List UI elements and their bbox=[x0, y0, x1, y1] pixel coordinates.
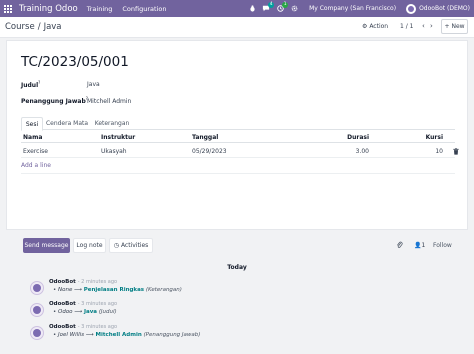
message-time: - 2 minutes ago bbox=[77, 279, 118, 285]
tab-sesi[interactable]: Sesi bbox=[21, 117, 43, 131]
followers-button[interactable]: 👤1 bbox=[414, 242, 425, 249]
column-kursi[interactable]: Kursi bbox=[409, 134, 443, 141]
clock-icon: ◷ bbox=[113, 242, 119, 249]
tracking-change: • Odoo ⟶ Java (Judul) bbox=[53, 309, 117, 315]
gear-icon: ⚙ bbox=[362, 23, 368, 30]
field-name: (Judul) bbox=[98, 309, 117, 315]
send-message-button[interactable]: Send message bbox=[23, 238, 70, 253]
tab-cendera-mata[interactable]: Cendera Mata bbox=[44, 117, 90, 130]
chatter-message: OdooBot - 2 minutes ago • None ⟶ Penjelas… bbox=[30, 279, 450, 303]
company-switcher[interactable]: My Company (San Francisco) bbox=[309, 5, 396, 12]
pager-value[interactable]: 1 / 1 bbox=[400, 23, 413, 30]
field-value-penanggung-jawab[interactable]: Mitchell Admin bbox=[87, 98, 131, 105]
message-author: OdooBot - 3 minutes ago bbox=[49, 301, 118, 307]
paperclip-icon[interactable] bbox=[396, 241, 403, 249]
cell-durasi: 3.00 bbox=[355, 148, 369, 155]
message-time: - 3 minutes ago bbox=[77, 301, 118, 307]
new-value: Penjelasan Ringkas bbox=[83, 287, 145, 293]
log-note-button[interactable]: Log note bbox=[73, 238, 106, 253]
new-label: New bbox=[451, 23, 465, 30]
app-grid-icon[interactable] bbox=[0, 0, 16, 17]
action-button[interactable]: ⚙ Action bbox=[362, 23, 388, 30]
tab-keterangan[interactable]: Keterangan bbox=[91, 117, 133, 130]
bug-icon[interactable] bbox=[245, 0, 259, 17]
table-header: Nama Instruktur Tanggal Durasi Kursi bbox=[21, 131, 455, 143]
tracking-change: • Joel Willis ⟶ Mitchell Admin (Penanggu… bbox=[53, 332, 201, 338]
arrow-icon: ⟶ bbox=[74, 309, 83, 315]
plus-icon: + bbox=[444, 23, 450, 30]
message-author: OdooBot - 3 minutes ago bbox=[49, 324, 118, 330]
field-name: (Keterangan) bbox=[145, 287, 182, 293]
new-value: Java bbox=[83, 309, 98, 315]
column-tanggal[interactable]: Tanggal bbox=[192, 134, 218, 141]
form-sheet: TC/2023/05/001 Judul? Java Penanggung Ja… bbox=[6, 40, 468, 230]
old-value: Odoo bbox=[58, 309, 73, 315]
record-title: TC/2023/05/001 bbox=[21, 54, 129, 70]
old-value: None bbox=[58, 287, 73, 293]
avatar[interactable] bbox=[30, 326, 44, 340]
follow-button[interactable]: Follow bbox=[433, 242, 452, 249]
table-divider bbox=[21, 173, 455, 174]
menu-configuration[interactable]: Configuration bbox=[122, 5, 166, 13]
old-value: Joel Willis bbox=[58, 332, 85, 338]
column-durasi[interactable]: Durasi bbox=[331, 134, 369, 141]
cell-kursi: 10 bbox=[435, 148, 443, 155]
clock-icon[interactable]: 1 bbox=[273, 0, 289, 17]
table-row[interactable]: Exercise Ukasyah 05/29/2023 3.00 10 bbox=[21, 145, 459, 158]
gear-icon[interactable] bbox=[287, 0, 301, 17]
user-name: OdooBot (DEMO) bbox=[419, 5, 470, 12]
breadcrumb-parent[interactable]: Course bbox=[5, 22, 35, 32]
field-value-judul[interactable]: Java bbox=[87, 81, 100, 88]
chat-icon[interactable]: 4 bbox=[259, 0, 275, 17]
activities-button[interactable]: ◷ Activities bbox=[109, 238, 153, 253]
field-name: (Penanggung Jawab) bbox=[143, 332, 201, 338]
action-label: Action bbox=[369, 23, 389, 30]
avatar[interactable] bbox=[30, 303, 44, 317]
new-value: Mitchell Admin bbox=[95, 332, 142, 338]
add-line-link[interactable]: Add a line bbox=[21, 162, 51, 169]
app-brand[interactable]: Training Odoo bbox=[19, 4, 78, 14]
control-panel: Course / Java ⚙ Action 1 / 1 ‹ › bbox=[0, 17, 474, 38]
cell-tanggal: 05/29/2023 bbox=[192, 148, 227, 155]
new-button[interactable]: + New bbox=[441, 19, 468, 34]
user-menu[interactable]: OdooBot (DEMO) bbox=[406, 3, 470, 14]
cell-instruktur: Ukasyah bbox=[101, 148, 127, 155]
chevron-left-icon[interactable]: ‹ bbox=[422, 22, 425, 30]
chatter-message: OdooBot - 3 minutes ago • Joel Willis ⟶ M… bbox=[30, 324, 450, 348]
day-separator: Today bbox=[227, 264, 247, 271]
cell-nama: Exercise bbox=[23, 148, 48, 155]
column-nama[interactable]: Nama bbox=[23, 134, 42, 141]
notebook-tabs: Sesi Cendera Mata Keterangan bbox=[21, 117, 455, 131]
tracking-change: • None ⟶ Penjelasan Ringkas (Keterangan) bbox=[53, 287, 182, 293]
avatar bbox=[406, 3, 417, 14]
field-label-judul: Judul? bbox=[21, 80, 41, 89]
chatter-toolbar: Send message Log note ◷ Activities 👤1 Fo… bbox=[0, 236, 474, 256]
arrow-icon: ⟶ bbox=[85, 332, 94, 338]
breadcrumb: Course / Java bbox=[5, 22, 62, 32]
column-instruktur[interactable]: Instruktur bbox=[101, 134, 135, 141]
message-time: - 3 minutes ago bbox=[77, 324, 118, 330]
trash-icon[interactable] bbox=[453, 148, 459, 155]
breadcrumb-current: Java bbox=[43, 22, 62, 32]
breadcrumb-separator: / bbox=[37, 22, 41, 32]
field-label-penanggung-jawab: Penanggung Jawab? bbox=[21, 96, 88, 105]
chatter-message: OdooBot - 3 minutes ago • Odoo ⟶ Java (Ju… bbox=[30, 301, 450, 325]
chevron-right-icon[interactable]: › bbox=[430, 22, 433, 30]
arrow-icon: ⟶ bbox=[74, 287, 82, 293]
top-navbar: Training Odoo Training Configuration 4 1… bbox=[0, 0, 474, 17]
avatar[interactable] bbox=[30, 281, 44, 295]
message-author: OdooBot - 2 minutes ago bbox=[49, 279, 118, 285]
activities-label: Activities bbox=[120, 242, 149, 249]
followers-count: 1 bbox=[421, 242, 426, 249]
menu-training[interactable]: Training bbox=[87, 5, 113, 13]
